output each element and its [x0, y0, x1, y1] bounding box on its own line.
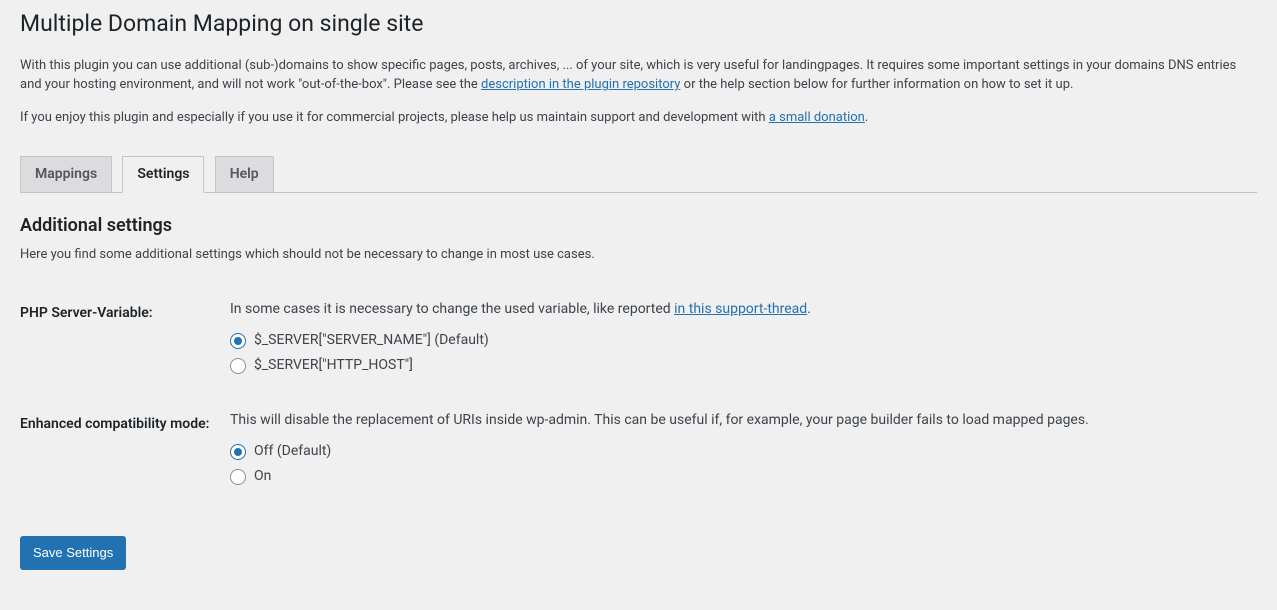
intro1-post-text: or the help section below for further in…: [680, 77, 1073, 92]
compat-mode-desc: This will disable the replacement of URI…: [230, 410, 1247, 431]
radio-http-host-label[interactable]: $_SERVER["HTTP_HOST"]: [254, 355, 413, 376]
radio-compat-on[interactable]: [230, 469, 246, 485]
php-server-variable-label: PHP Server-Variable:: [20, 284, 220, 395]
section-heading: Additional settings: [20, 213, 1257, 238]
section-description: Here you find some additional settings w…: [20, 246, 1257, 264]
intro-paragraph-2: If you enjoy this plugin and especially …: [20, 108, 1257, 128]
tab-help[interactable]: Help: [215, 156, 274, 192]
compat-mode-option-off: Off (Default): [230, 441, 1247, 462]
radio-server-name-label[interactable]: $_SERVER["SERVER_NAME"] (Default): [254, 330, 489, 351]
settings-form-table: PHP Server-Variable: In some cases it is…: [20, 284, 1257, 506]
radio-compat-on-label[interactable]: On: [254, 466, 271, 487]
php-server-desc-post: .: [807, 301, 811, 317]
support-thread-link[interactable]: in this support-thread: [674, 301, 807, 317]
submit-wrapper: Save Settings: [20, 536, 1257, 570]
radio-compat-off[interactable]: [230, 444, 246, 460]
page-title: Multiple Domain Mapping on single site: [20, 0, 1257, 43]
php-server-option-server-name: $_SERVER["SERVER_NAME"] (Default): [230, 330, 1247, 351]
php-server-variable-desc: In some cases it is necessary to change …: [230, 299, 1247, 320]
compat-mode-label: Enhanced compatibility mode:: [20, 395, 220, 506]
save-settings-button[interactable]: Save Settings: [20, 536, 126, 570]
radio-compat-off-label[interactable]: Off (Default): [254, 441, 331, 462]
tabs-nav: Mappings Settings Help: [20, 147, 1257, 193]
radio-server-name[interactable]: [230, 333, 246, 349]
tab-settings[interactable]: Settings: [122, 156, 204, 193]
plugin-repository-link[interactable]: description in the plugin repository: [481, 77, 680, 92]
tab-mappings[interactable]: Mappings: [20, 156, 112, 192]
intro2-post-text: .: [865, 110, 868, 125]
compat-mode-option-on: On: [230, 466, 1247, 487]
intro2-pre-text: If you enjoy this plugin and especially …: [20, 110, 769, 125]
intro-paragraph-1: With this plugin you can use additional …: [20, 56, 1257, 95]
donation-link[interactable]: a small donation: [769, 110, 865, 125]
radio-http-host[interactable]: [230, 358, 246, 374]
php-server-desc-pre: In some cases it is necessary to change …: [230, 301, 674, 317]
php-server-option-http-host: $_SERVER["HTTP_HOST"]: [230, 355, 1247, 376]
